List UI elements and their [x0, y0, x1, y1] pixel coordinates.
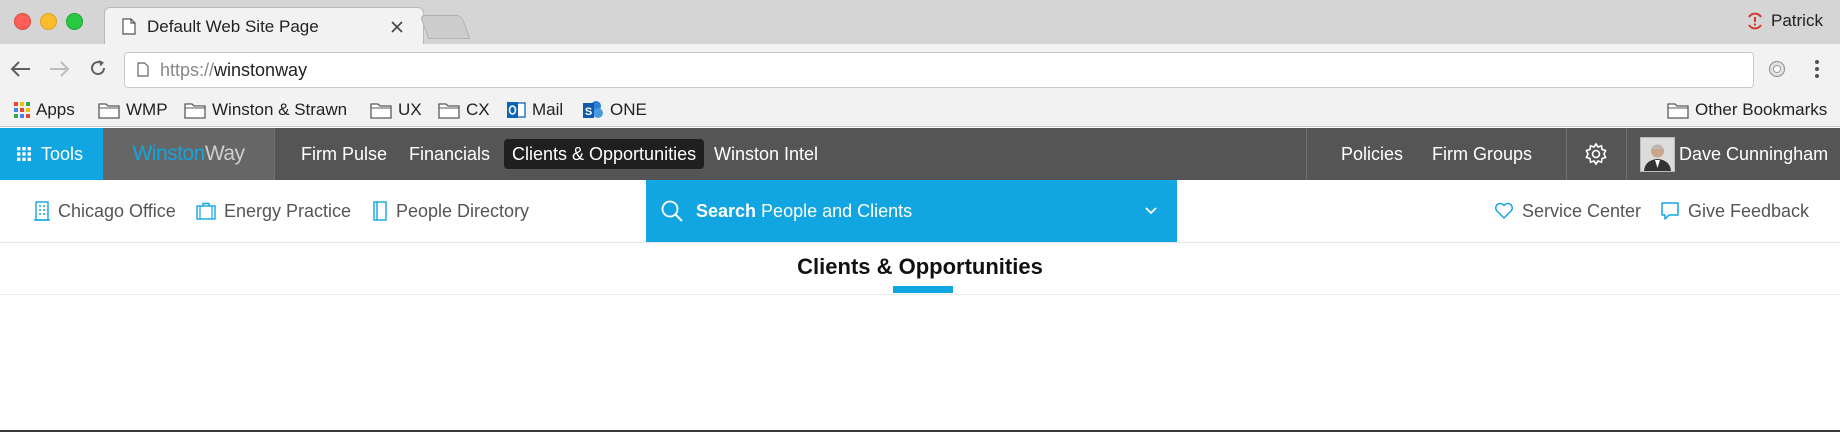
directory-book-icon	[373, 201, 387, 221]
user-name[interactable]: Dave Cunningham	[1679, 128, 1828, 180]
back-icon[interactable]	[10, 60, 32, 78]
bookmark-apps[interactable]: Apps	[14, 94, 75, 126]
bookmark-label: CX	[466, 100, 490, 119]
winstonway-logo[interactable]: Winston Way	[103, 128, 274, 180]
nav-policies[interactable]: Policies	[1341, 128, 1403, 180]
bookmark-label: Other Bookmarks	[1695, 100, 1828, 119]
nav-divider	[1566, 128, 1567, 180]
folder-icon	[184, 102, 206, 119]
page-title-underline	[893, 286, 953, 293]
bookmark-other[interactable]: Other Bookmarks	[1667, 94, 1827, 126]
new-tab-button[interactable]	[419, 15, 471, 39]
bookmark-cx[interactable]: CX	[438, 94, 490, 126]
search-people-clients[interactable]: Search People and Clients	[646, 180, 1177, 242]
link-service-center[interactable]: Service Center	[1494, 180, 1641, 242]
avatar[interactable]	[1640, 137, 1675, 172]
settings-gear-icon[interactable]	[1584, 142, 1608, 166]
nav-winston-intel[interactable]: Winston Intel	[714, 128, 818, 180]
page-info-icon[interactable]	[137, 62, 149, 77]
building-icon	[34, 201, 50, 221]
chevron-down-icon[interactable]	[1145, 207, 1157, 215]
link-energy-practice[interactable]: Energy Practice	[196, 180, 351, 242]
browser-tab[interactable]: Default Web Site Page	[104, 7, 424, 46]
link-label: Energy Practice	[224, 200, 352, 221]
bookmark-label: Apps	[36, 100, 75, 119]
apps-grid-icon	[14, 102, 30, 118]
url-scheme: https://	[160, 60, 215, 80]
address-bar-row: https://winstonway	[0, 44, 1840, 94]
minimize-window-button[interactable]	[40, 13, 57, 30]
folder-icon	[370, 102, 392, 119]
folder-icon	[1667, 102, 1689, 119]
bookmark-label: UX	[398, 100, 422, 119]
close-window-button[interactable]	[14, 13, 31, 30]
nav-firm-groups[interactable]: Firm Groups	[1432, 128, 1532, 180]
search-label-bold: Search	[696, 200, 757, 221]
sharepoint-icon: S	[583, 101, 603, 118]
link-label: Give Feedback	[1688, 200, 1810, 221]
search-icon	[661, 200, 683, 222]
link-label: Service Center	[1522, 200, 1642, 221]
link-label: Chicago Office	[58, 200, 176, 221]
bookmark-wmp[interactable]: WMP	[98, 94, 168, 126]
browser-menu-icon[interactable]	[1813, 58, 1821, 80]
profile-sync-icon	[1748, 12, 1762, 30]
maximize-window-button[interactable]	[66, 13, 83, 30]
grid-icon	[17, 147, 31, 161]
bookmark-one[interactable]: S ONE	[582, 94, 647, 126]
close-tab-icon[interactable]	[391, 21, 403, 33]
folder-icon	[98, 102, 120, 119]
nav-financials[interactable]: Financials	[409, 128, 490, 180]
bookmark-label: Winston & Strawn	[212, 100, 348, 119]
bookmark-ux[interactable]: UX	[370, 94, 422, 126]
svg-text:S: S	[585, 106, 592, 118]
nav-divider	[1626, 128, 1627, 180]
heart-icon	[1495, 202, 1513, 219]
nav-divider	[274, 128, 275, 180]
bookmark-label: Mail	[532, 100, 564, 119]
nav-firm-pulse[interactable]: Firm Pulse	[301, 128, 387, 180]
bookmark-winston-strawn[interactable]: Winston & Strawn	[184, 94, 347, 126]
link-give-feedback[interactable]: Give Feedback	[1660, 180, 1809, 242]
sub-nav-bar: Chicago Office Energy Practice People Di…	[0, 180, 1840, 243]
nav-clients-opportunities[interactable]: Clients & Opportunities	[504, 139, 705, 169]
speech-bubble-icon	[1661, 202, 1679, 220]
folder-icon	[438, 102, 460, 119]
bookmark-label: ONE	[610, 100, 647, 119]
logo-way: Way	[204, 142, 245, 165]
tools-button[interactable]: Tools	[0, 128, 103, 180]
forward-icon[interactable]	[48, 60, 70, 78]
bookmark-label: WMP	[126, 100, 168, 119]
bookmark-mail[interactable]: Mail	[506, 94, 563, 126]
reload-icon[interactable]	[88, 58, 108, 78]
logo-winston: Winston	[132, 142, 205, 165]
url-host: winstonway	[214, 60, 308, 80]
extension-icon[interactable]	[1768, 60, 1786, 78]
tools-label: Tools	[41, 143, 84, 164]
outlook-icon	[507, 102, 526, 118]
page-title: Clients & Opportunities	[797, 254, 1043, 279]
tab-title: Default Web Site Page	[147, 17, 319, 36]
bookmarks-bar: Apps WMP Winston & Strawn UX CX Mail S O…	[0, 94, 1840, 127]
heading-divider	[0, 294, 1840, 295]
nav-divider	[1306, 128, 1307, 180]
link-label: People Directory	[396, 200, 530, 221]
profile-name[interactable]: Patrick	[1771, 11, 1823, 31]
app-top-nav: Tools Winston Way Firm Pulse Financials C…	[0, 128, 1840, 180]
link-chicago-office[interactable]: Chicago Office	[34, 180, 176, 242]
address-bar[interactable]: https://winstonway	[124, 52, 1754, 88]
link-people-directory[interactable]: People Directory	[372, 180, 529, 242]
page-icon	[122, 18, 136, 35]
browser-tab-strip: Default Web Site Page Patrick	[0, 0, 1840, 46]
briefcase-icon	[196, 202, 216, 220]
user-avatar-icon	[1641, 138, 1674, 171]
search-label-rest: People and Clients	[761, 200, 913, 221]
